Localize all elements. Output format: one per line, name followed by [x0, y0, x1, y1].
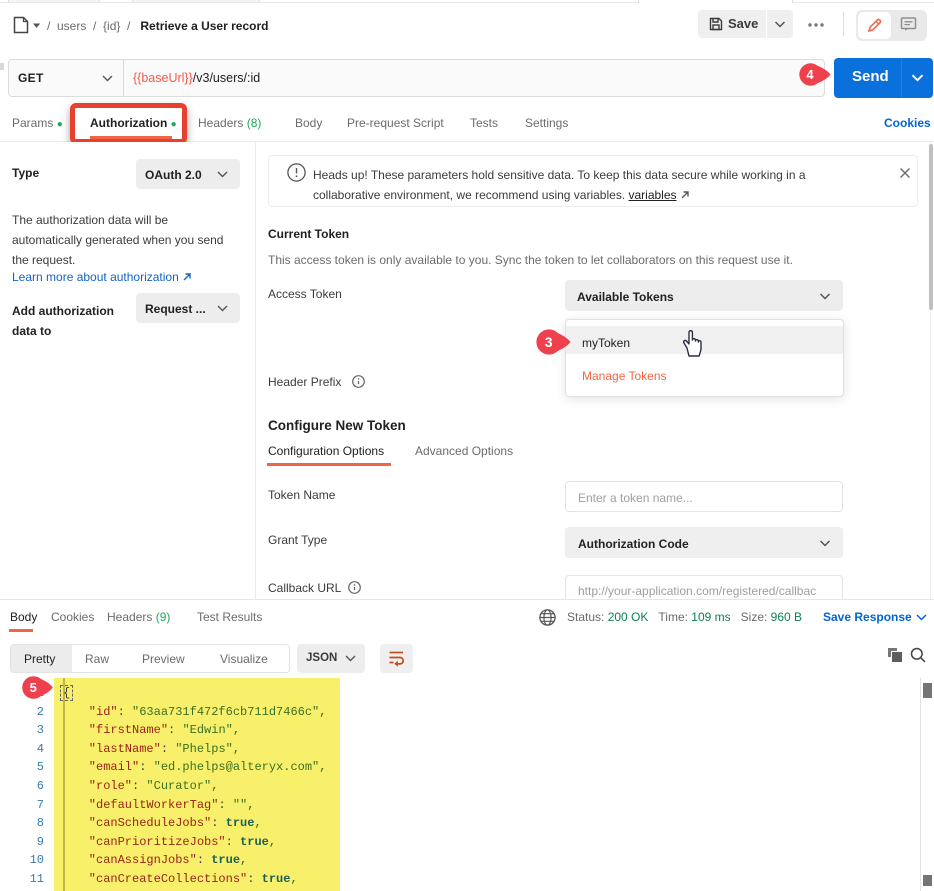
svg-text:3: 3 — [545, 334, 553, 350]
svg-text:5: 5 — [30, 680, 37, 695]
svg-text:4: 4 — [806, 67, 814, 82]
